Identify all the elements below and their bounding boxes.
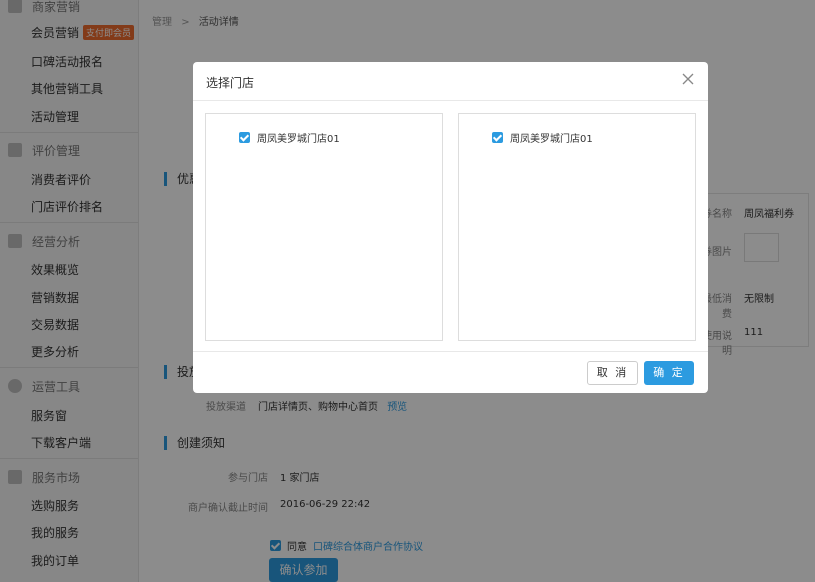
close-icon[interactable] [681, 72, 695, 86]
selected-stores-panel: 周凤美罗城门店01 [458, 113, 696, 341]
ok-button[interactable]: 确 定 [644, 361, 694, 385]
cancel-button[interactable]: 取 消 [587, 361, 638, 385]
select-store-modal: 选择门店 周凤美罗城门店01 周凤美罗城门店01 取 消 确 定 [193, 62, 708, 393]
store-option[interactable]: 周凤美罗城门店01 [239, 130, 340, 145]
modal-header-divider [193, 100, 708, 101]
selected-store-checkbox[interactable] [492, 132, 503, 143]
available-stores-panel: 周凤美罗城门店01 [205, 113, 443, 341]
modal-title: 选择门店 [206, 76, 255, 90]
selected-store-option[interactable]: 周凤美罗城门店01 [492, 130, 593, 145]
store-checkbox[interactable] [239, 132, 250, 143]
modal-footer-divider [193, 351, 708, 352]
